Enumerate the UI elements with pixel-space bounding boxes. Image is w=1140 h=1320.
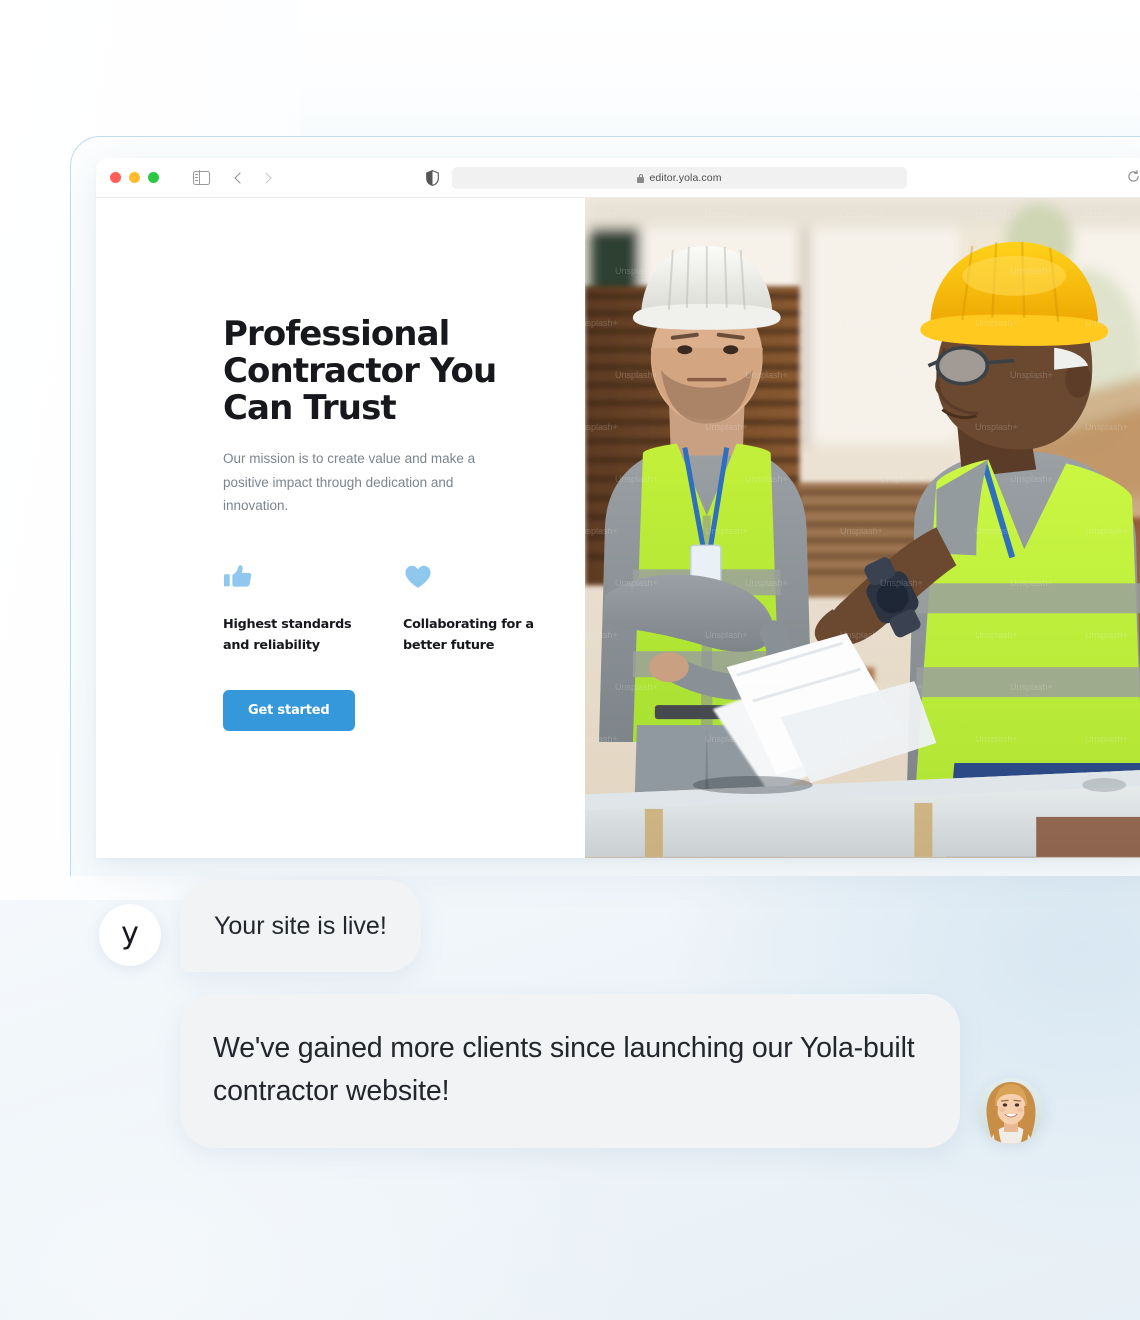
chat-message-row-1: y Your site is live! (0, 880, 1140, 972)
page-title: Professional Contractor You Can Trust (223, 314, 497, 428)
window-traffic-lights[interactable] (110, 172, 159, 183)
address-bar-url: editor.yola.com (649, 172, 722, 184)
browser-window: editor.yola.com Professional Contractor … (96, 158, 1140, 858)
hero-image (585, 198, 1140, 857)
chat-bubble-site-live: Your site is live! (180, 880, 421, 972)
avatar-portrait (978, 1078, 1044, 1144)
yola-logo-avatar: y (99, 904, 161, 966)
testimonial-chat: y Your site is live! We've gained more c… (0, 880, 1140, 1148)
hero-copy: Professional Contractor You Can Trust Ou… (223, 316, 553, 731)
feature-label: Collaborating for a better future (403, 616, 534, 653)
hero-text-column: Professional Contractor You Can Trust Ou… (96, 198, 585, 858)
website-preview: Professional Contractor You Can Trust Ou… (96, 198, 1140, 858)
reload-icon[interactable] (1127, 170, 1140, 183)
page-subtitle: Our mission is to create value and make … (223, 451, 476, 513)
feature-item-standards: Highest standards and reliability (223, 562, 363, 656)
minimize-window-button[interactable] (129, 172, 140, 183)
chevron-left-icon[interactable] (234, 171, 246, 184)
chat-message-row-2: We've gained more clients since launchin… (0, 994, 1140, 1148)
privacy-shield-icon[interactable] (426, 170, 439, 186)
browser-toolbar: editor.yola.com (96, 158, 1140, 198)
chevron-right-icon (260, 171, 272, 184)
hero-image-column: Unsplash+ Unsplash+ Unsplash+ Unsplash+ … (585, 198, 1140, 858)
get-started-button[interactable]: Get started (223, 689, 355, 731)
heart-icon (405, 565, 431, 588)
maximize-window-button[interactable] (148, 172, 159, 183)
address-bar[interactable]: editor.yola.com (452, 167, 907, 189)
lock-icon (637, 173, 645, 183)
feature-list: Highest standards and reliability Collab… (223, 562, 553, 656)
feature-label: Highest standards and reliability (223, 616, 352, 653)
yola-logo-glyph: y (121, 916, 139, 951)
chat-bubble-testimonial: We've gained more clients since launchin… (180, 994, 960, 1148)
customer-photo-avatar (978, 1078, 1044, 1144)
close-window-button[interactable] (110, 172, 121, 183)
feature-item-collaboration: Collaborating for a better future (403, 562, 543, 656)
thumbs-up-icon (223, 564, 252, 587)
sidebar-toggle-icon[interactable] (193, 170, 210, 185)
navigation-arrows[interactable] (234, 171, 272, 184)
